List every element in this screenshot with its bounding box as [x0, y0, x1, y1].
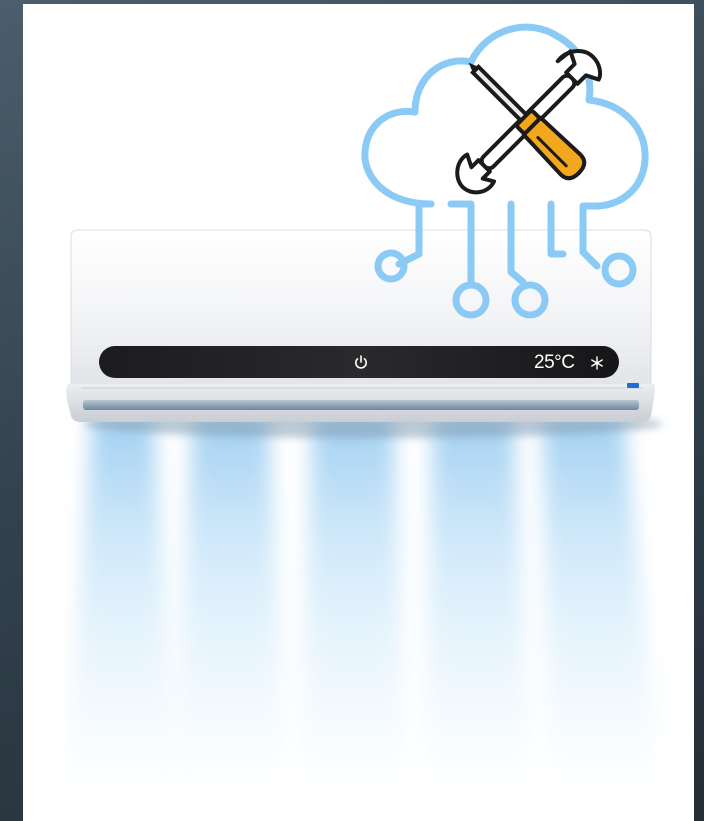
temperature-unit: °C — [554, 352, 575, 373]
temperature-value: 25 — [534, 352, 555, 373]
ac-illustration — [63, 23, 663, 804]
temperature-readout: 25°C — [534, 350, 575, 376]
status-indicator — [627, 383, 639, 388]
image-card: 25°C — [23, 4, 694, 821]
wrench-screwdriver-icon — [455, 49, 603, 195]
air-conditioner-unit — [66, 229, 656, 422]
airflow — [63, 414, 663, 804]
